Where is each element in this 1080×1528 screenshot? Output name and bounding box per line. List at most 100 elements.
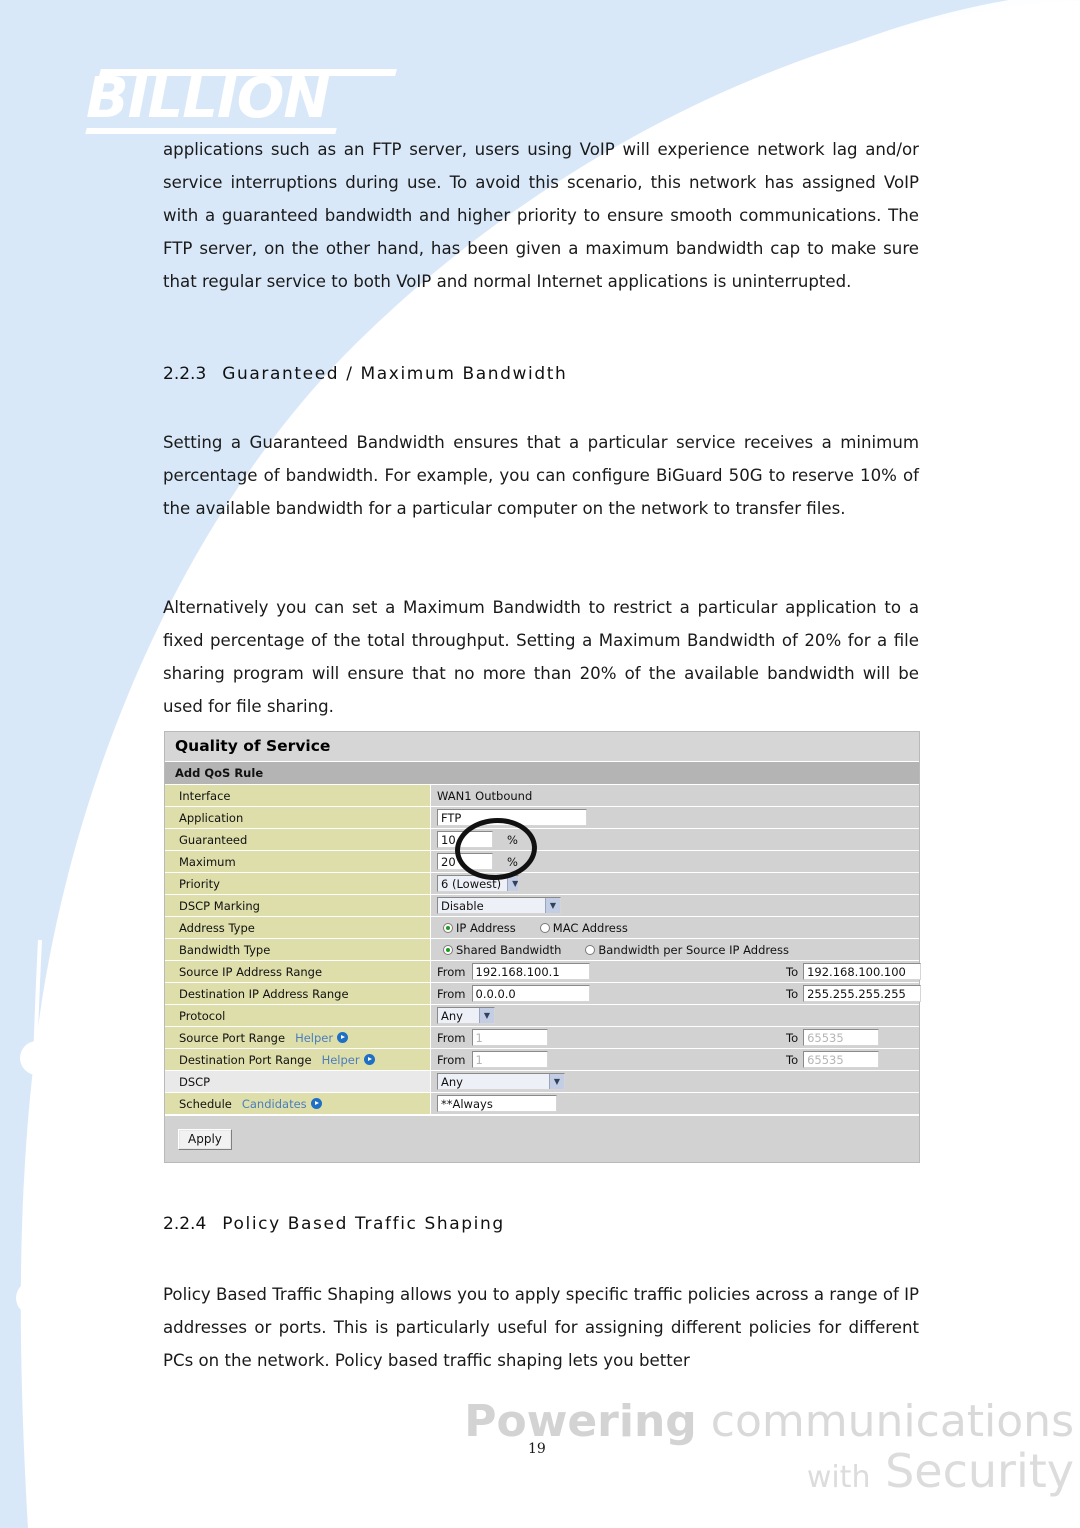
tagline-powering: Powering — [464, 1396, 697, 1447]
chevron-down-icon: ▼ — [507, 876, 518, 891]
tagline-communications: communications — [710, 1396, 1074, 1447]
tagline-line-2: with Security — [464, 1448, 1074, 1494]
priority-select[interactable]: 6 (Lowest) ▼ — [437, 875, 519, 892]
label-priority: Priority — [165, 873, 431, 894]
label-interface: Interface — [165, 785, 431, 806]
value-source-ip-range: From 192.168.100.1 To 192.168.100.100 — [431, 961, 922, 982]
radio-option-ip-address[interactable]: IP Address — [443, 921, 516, 935]
row-protocol: Protocol Any ▼ — [165, 1005, 919, 1027]
radio-label-mac-address: MAC Address — [552, 920, 628, 935]
value-schedule: **Always — [431, 1093, 919, 1114]
source-ip-to-input[interactable]: 192.168.100.100 — [803, 963, 922, 980]
arrow-circle-icon[interactable] — [337, 1032, 349, 1043]
label-dscp-marking: DSCP Marking — [165, 895, 431, 916]
label-source-ip-range: Source IP Address Range — [165, 961, 431, 982]
guaranteed-input[interactable]: 10 — [437, 831, 493, 848]
dscp-marking-select[interactable]: Disable ▼ — [437, 897, 561, 914]
row-destination-ip-range: Destination IP Address Range From 0.0.0.… — [165, 983, 922, 1005]
dscp-select[interactable]: Any ▼ — [437, 1073, 565, 1090]
label-bandwidth-type: Bandwidth Type — [165, 939, 431, 960]
label-application: Application — [165, 807, 431, 828]
source-port-helper-link[interactable]: Helper — [295, 1031, 333, 1045]
label-schedule: Schedule Candidates — [165, 1093, 431, 1114]
source-ip-to-group: To 192.168.100.100 — [786, 963, 922, 980]
chevron-down-icon: ▼ — [549, 1074, 564, 1089]
radio-option-shared-bandwidth[interactable]: Shared Bandwidth — [443, 943, 561, 957]
destination-port-from-input[interactable]: 1 — [471, 1051, 548, 1068]
radio-option-bandwidth-per-source-ip[interactable]: Bandwidth per Source IP Address — [585, 943, 789, 957]
label-source-port-range-text: Source Port Range — [179, 1030, 286, 1045]
radio-icon-unselected — [539, 922, 550, 933]
priority-selected-value: 6 (Lowest) — [441, 876, 502, 891]
schedule-input[interactable]: **Always — [437, 1095, 557, 1112]
qos-panel-subtitle: Add QoS Rule — [165, 762, 919, 785]
row-guaranteed: Guaranteed 10 % — [165, 829, 919, 851]
value-dscp: Any ▼ — [431, 1071, 919, 1092]
value-protocol: Any ▼ — [431, 1005, 919, 1026]
chevron-down-icon: ▼ — [545, 898, 560, 913]
destination-port-helper-link[interactable]: Helper — [322, 1053, 360, 1067]
value-bandwidth-type: Shared Bandwidth Bandwidth per Source IP… — [431, 939, 919, 960]
section-title-223: Guaranteed / Maximum Bandwidth — [222, 364, 568, 384]
section-heading-223: 2.2.3 Guaranteed / Maximum Bandwidth — [163, 364, 567, 384]
source-port-from-input[interactable]: 1 — [471, 1029, 548, 1046]
radio-label-bandwidth-per-source-ip: Bandwidth per Source IP Address — [598, 942, 789, 957]
value-application: FTP — [431, 807, 919, 828]
to-label: To — [786, 964, 799, 979]
maximum-input[interactable]: 20 — [437, 853, 493, 870]
logo-wordmark: BILLION — [86, 66, 330, 131]
apply-button[interactable]: Apply — [178, 1129, 232, 1150]
qos-screenshot-panel: Quality of Service Add QoS Rule Interfac… — [164, 731, 922, 1163]
value-dscp-marking: Disable ▼ — [431, 895, 919, 916]
row-schedule: Schedule Candidates **Always — [165, 1093, 919, 1115]
radio-label-ip-address: IP Address — [456, 920, 516, 935]
arrow-circle-icon[interactable] — [363, 1054, 375, 1065]
tagline-security: Security — [885, 1444, 1074, 1498]
label-destination-port-range: Destination Port Range Helper — [165, 1049, 431, 1070]
section-title-224: Policy Based Traffic Shaping — [222, 1214, 505, 1234]
destination-ip-from-input[interactable]: 0.0.0.0 — [471, 985, 590, 1002]
label-maximum: Maximum — [165, 851, 431, 872]
radio-icon-selected — [443, 944, 453, 955]
chevron-down-icon: ▼ — [479, 1008, 494, 1023]
schedule-candidates-link[interactable]: Candidates — [242, 1097, 307, 1111]
destination-ip-to-group: To 255.255.255.255 — [786, 985, 922, 1002]
label-address-type: Address Type — [165, 917, 431, 938]
decorative-dot — [20, 1041, 54, 1075]
value-destination-port-range: From 1 To 65535 — [431, 1049, 919, 1070]
dscp-marking-selected-value: Disable — [441, 898, 484, 913]
row-priority: Priority 6 (Lowest) ▼ — [165, 873, 919, 895]
arrow-circle-icon[interactable] — [310, 1098, 322, 1109]
from-label: From — [437, 964, 466, 979]
to-label: To — [786, 1052, 799, 1067]
paragraph-policy: Policy Based Traffic Shaping allows you … — [163, 1285, 919, 1370]
radio-icon-selected — [443, 922, 453, 933]
guaranteed-unit: % — [507, 832, 518, 847]
value-source-port-range: From 1 To 65535 — [431, 1027, 919, 1048]
destination-port-to-input[interactable]: 65535 — [803, 1051, 880, 1068]
source-ip-from-input[interactable]: 192.168.100.1 — [471, 963, 590, 980]
protocol-select[interactable]: Any ▼ — [437, 1007, 495, 1024]
qos-form-rows: Interface WAN1 Outbound Application FTP … — [165, 785, 922, 1115]
destination-ip-to-input[interactable]: 255.255.255.255 — [803, 985, 922, 1002]
section-number-224: 2.2.4 — [163, 1214, 207, 1234]
row-dscp: DSCP Any ▼ — [165, 1071, 919, 1093]
radio-icon-unselected — [585, 944, 596, 955]
label-protocol: Protocol — [165, 1005, 431, 1026]
application-input[interactable]: FTP — [437, 809, 587, 826]
paragraph-guaranteed: Setting a Guaranteed Bandwidth ensures t… — [163, 433, 919, 518]
dscp-selected-value: Any — [441, 1074, 463, 1089]
white-accent-line — [28, 939, 42, 1528]
radio-label-shared-bandwidth: Shared Bandwidth — [456, 942, 562, 957]
label-destination-ip-range: Destination IP Address Range — [165, 983, 431, 1004]
row-source-ip-range: Source IP Address Range From 192.168.100… — [165, 961, 922, 983]
section-heading-224: 2.2.4 Policy Based Traffic Shaping — [163, 1214, 505, 1234]
apply-button-zone: Apply — [165, 1115, 919, 1162]
source-port-to-input[interactable]: 65535 — [803, 1029, 880, 1046]
protocol-selected-value: Any — [441, 1008, 463, 1023]
row-address-type: Address Type IP Address MAC Address — [165, 917, 919, 939]
brand-tagline: Powering communications with Security — [464, 1400, 1074, 1495]
radio-option-mac-address[interactable]: MAC Address — [539, 920, 628, 935]
maximum-unit: % — [507, 854, 518, 869]
label-source-port-range: Source Port Range Helper — [165, 1027, 431, 1048]
